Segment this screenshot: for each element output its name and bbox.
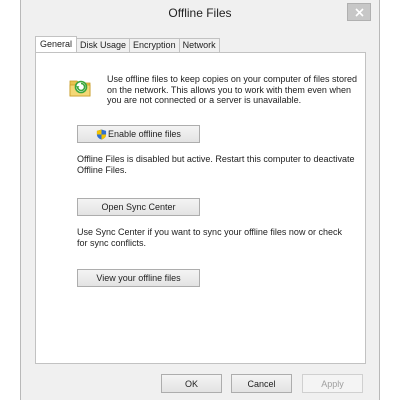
offline-folder-icon: [69, 80, 91, 97]
close-icon: [354, 7, 364, 17]
enable-offline-files-button[interactable]: Enable offline files: [77, 125, 200, 143]
sync-line: for sync conflicts.: [77, 237, 147, 248]
close-button[interactable]: [347, 3, 371, 21]
tab-strip: General Disk Usage Encryption Network: [35, 36, 220, 52]
enable-button-label: Enable offline files: [108, 129, 181, 139]
ok-button[interactable]: OK: [161, 374, 222, 393]
status-line: Offline Files.: [77, 164, 127, 175]
tab-network[interactable]: Network: [178, 38, 220, 52]
intro-line: on the network. This allows you to work …: [107, 84, 351, 95]
tab-general[interactable]: General: [35, 36, 78, 52]
status-text: Offline Files is disabled but active. Re…: [77, 154, 354, 175]
uac-shield-icon: [96, 128, 107, 140]
dialog-title: Offline Files: [168, 6, 232, 20]
intro-text: Use offline files to keep copies on your…: [107, 74, 357, 106]
intro-line: Use offline files to keep copies on your…: [107, 74, 357, 84]
intro-line: you are not connected or a server is una…: [107, 95, 302, 105]
offline-files-dialog: Offline Files General Disk Usage Encrypt…: [20, 0, 380, 400]
view-offline-files-button[interactable]: View your offline files: [77, 269, 200, 287]
apply-button[interactable]: Apply: [302, 374, 363, 393]
status-line: Offline Files is disabled but active. Re…: [77, 154, 355, 164]
sync-line: Use Sync Center if you want to sync your…: [77, 227, 342, 237]
tab-encryption[interactable]: Encryption: [129, 38, 180, 52]
general-tab-panel: Use offline files to keep copies on your…: [35, 52, 366, 364]
open-sync-center-button[interactable]: Open Sync Center: [77, 198, 200, 216]
cancel-button[interactable]: Cancel: [231, 374, 292, 393]
tab-disk-usage[interactable]: Disk Usage: [76, 38, 131, 52]
sync-text: Use Sync Center if you want to sync your…: [77, 227, 342, 248]
title-bar: Offline Files: [21, 0, 379, 28]
